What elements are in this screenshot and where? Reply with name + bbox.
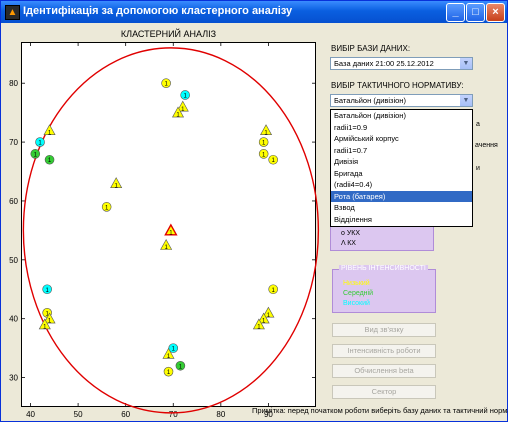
intensity-panel: РІВЕНЬ ІНТЕНСИВНОСТІ Низький Середній Ви… [332,265,436,313]
sector-button[interactable]: Сектор [332,385,436,399]
calc-beta-button[interactable]: Обчислення beta [332,364,436,378]
norm-option-selected[interactable]: Рота (батарея) [331,190,472,202]
matlab-figure-icon: ▲ [5,5,20,20]
database-selected-value: База даних 21:00 25.12.2012 [334,59,434,68]
x-tick-label: 70 [169,410,178,419]
work-intensity-button[interactable]: Інтенсивність роботи [332,344,436,358]
close-button[interactable]: × [486,3,505,22]
x-tick-label: 80 [216,410,225,419]
norm-dropdown-list[interactable]: Батальйон (дивізіон) radii1=0.9 Армійськ… [330,109,473,227]
chevron-down-icon[interactable]: ▼ [460,95,472,106]
y-tick-label: 30 [9,374,18,383]
hidden-text-1: а [476,121,480,128]
norm-option[interactable]: Бригада [331,168,472,180]
y-tick-label: 50 [9,256,18,265]
legend-item-ukh: о УКХ [341,230,361,237]
norm-selected-value: Батальйон (дивізіон) [334,96,406,105]
norm-option[interactable]: (radii4=0.4) [331,179,472,191]
footer-note: Примітка: перед початком роботи виберіть… [252,406,508,415]
y-tick-label: 40 [9,315,18,324]
chevron-down-icon[interactable]: ▼ [460,58,472,69]
database-select[interactable]: База даних 21:00 25.12.2012 ▼ [330,57,473,70]
y-tick-label: 70 [9,138,18,147]
norm-select[interactable]: Батальйон (дивізіон) ▼ [330,94,473,107]
cluster-scatter-chart: 40 50 60 70 80 90304050607080 1111111111111111… [9,42,320,419]
x-tick-label: 40 [26,410,35,419]
intensity-panel-title: РІВЕНЬ ІНТЕНСИВНОСТІ [339,265,428,272]
database-label: ВИБІР БАЗИ ДАНИХ: [331,44,411,53]
minimize-button[interactable]: _ [446,3,465,22]
app-window: ▲ Ідентифікація за допомогою кластерного… [0,0,508,422]
norm-label: ВИБІР ТАКТИЧНОГО НОРМАТИВУ: [331,81,464,90]
norm-option[interactable]: Батальйон (дивізіон) [331,110,472,122]
intensity-low-label: Низький [343,280,370,287]
y-tick-label: 60 [9,197,18,206]
norm-option[interactable]: Дивізія [331,156,472,168]
y-tick-label: 80 [9,79,18,88]
link-view-button[interactable]: Вид зв'язку [332,323,436,337]
hidden-text-3: и [476,165,480,172]
maximize-button[interactable]: □ [466,3,485,22]
window-title: Ідентифікація за допомогою кластерного а… [23,5,293,17]
norm-option[interactable]: radii1=0.7 [331,145,472,157]
intensity-medium-label: Середній [343,290,373,297]
plot-area: КЛАСТЕРНИЙ АНАЛІЗ 40 50 60 70 80 90 30 40 50 60 70… [2,24,322,420]
x-tick-label: 60 [121,410,130,419]
intensity-high-label: Високий [343,300,370,307]
norm-option[interactable]: Взвод [331,202,472,214]
title-bar[interactable]: ▲ Ідентифікація за допомогою кластерного… [1,1,507,23]
norm-option[interactable]: Відділення [331,214,472,226]
norm-option[interactable]: Армійський корпус [331,133,472,145]
x-tick-label: 50 [74,410,83,419]
hidden-text-2: ачення [475,142,498,149]
norm-option[interactable]: radii1=0.9 [331,122,472,134]
legend-item-kh: Λ КХ [341,240,356,247]
